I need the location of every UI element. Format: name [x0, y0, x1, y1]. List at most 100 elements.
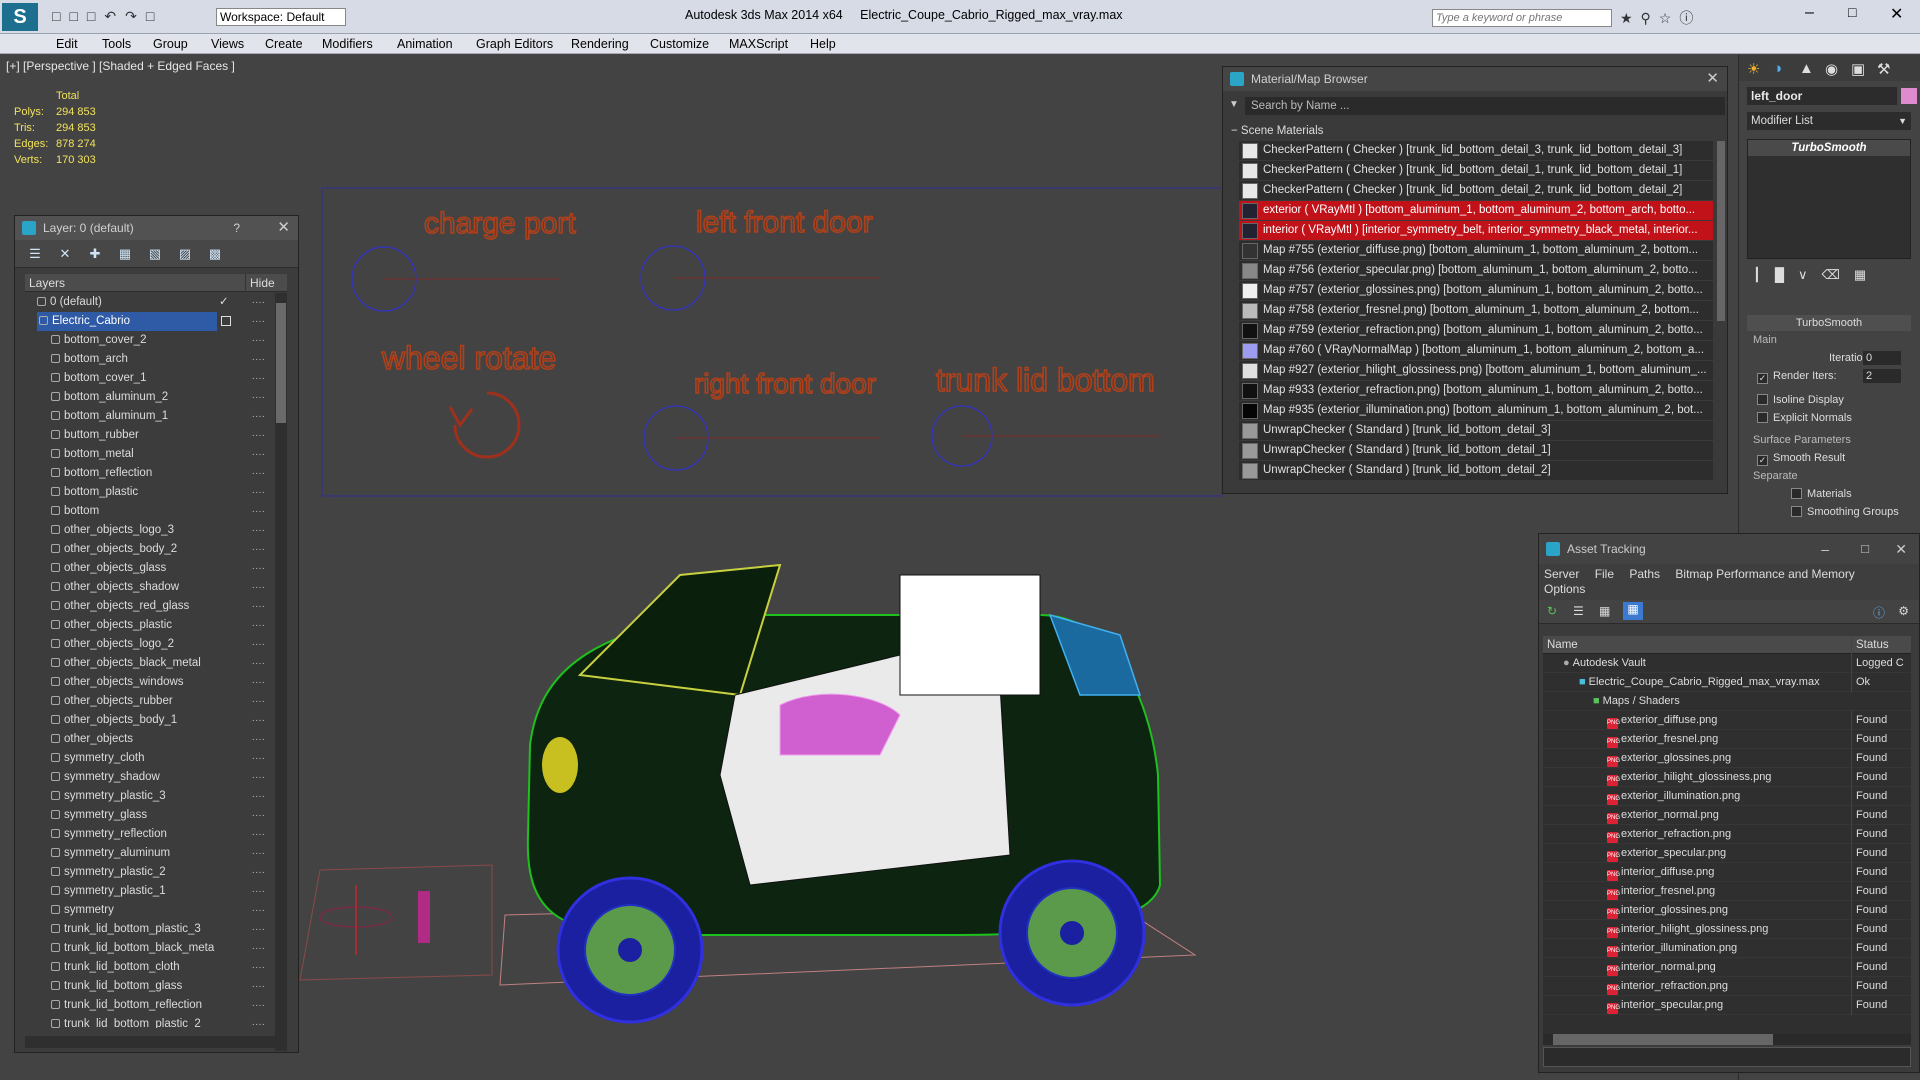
hide-toggle[interactable]: ···· [252, 958, 265, 977]
freeze-layers-icon[interactable]: ▩ [207, 246, 223, 262]
object-row[interactable]: bottom ···· [25, 502, 275, 521]
menu-graph-editors[interactable]: Graph Editors [476, 37, 553, 51]
menu-file[interactable]: File [1595, 567, 1614, 581]
object-row[interactable]: other_objects ···· [25, 730, 275, 749]
layer-explorer-title-bar[interactable]: Layer: 0 (default) ? ✕ [15, 216, 298, 240]
hide-toggle[interactable]: ···· [252, 616, 265, 635]
options-dropdown-icon[interactable]: ▼ [1229, 99, 1239, 110]
stack-item-turbosmooth[interactable]: TurboSmooth [1748, 140, 1910, 156]
object-row[interactable]: bottom_plastic ···· [25, 483, 275, 502]
object-row[interactable]: other_objects_logo_2 ···· [25, 635, 275, 654]
hide-toggle[interactable]: ···· [252, 331, 265, 350]
material-item[interactable]: Map #760 ( VRayNormalMap ) [bottom_alumi… [1239, 341, 1713, 361]
hide-toggle[interactable]: ···· [252, 844, 265, 863]
material-item[interactable]: Map #758 (exterior_fresnel.png) [bottom_… [1239, 301, 1713, 321]
maximize-button[interactable]: □ [1848, 4, 1856, 20]
hide-toggle[interactable]: ···· [252, 445, 265, 464]
hide-toggle[interactable]: ···· [252, 388, 265, 407]
object-row[interactable]: bottom_reflection ···· [25, 464, 275, 483]
object-row[interactable]: symmetry_plastic_2 ···· [25, 863, 275, 882]
material-item[interactable]: interior ( VRayMtl ) [interior_symmetry_… [1239, 221, 1713, 241]
vault-row[interactable]: ● Autodesk Vault Logged C [1543, 654, 1911, 673]
menu-options[interactable]: Options [1544, 582, 1585, 596]
material-scrollbar[interactable] [1717, 141, 1725, 321]
object-row[interactable]: symmetry_cloth ···· [25, 749, 275, 768]
hide-layers-icon[interactable]: ▨ [177, 246, 193, 262]
hide-toggle[interactable]: ···· [252, 920, 265, 939]
hide-toggle[interactable]: ···· [252, 825, 265, 844]
object-row[interactable]: other_objects_red_glass ···· [25, 597, 275, 616]
hide-toggle[interactable]: ···· [252, 635, 265, 654]
menu-paths[interactable]: Paths [1629, 567, 1660, 581]
explicit-normals-checkbox[interactable] [1757, 412, 1768, 423]
map-row[interactable]: PNGinterior_refraction.png Found [1543, 977, 1911, 996]
maximize-button[interactable]: □ [1861, 534, 1869, 564]
object-row[interactable]: symmetry_reflection ···· [25, 825, 275, 844]
keyword-search-input[interactable] [1432, 9, 1612, 27]
map-row[interactable]: PNGexterior_refraction.png Found [1543, 825, 1911, 844]
hide-toggle[interactable]: ···· [252, 977, 265, 996]
map-row[interactable]: PNGinterior_specular.png Found [1543, 996, 1911, 1015]
object-row[interactable]: symmetry_plastic_1 ···· [25, 882, 275, 901]
material-item[interactable]: Map #927 (exterior_hilight_glossiness.pn… [1239, 361, 1713, 381]
hide-toggle[interactable]: ···· [252, 559, 265, 578]
hide-toggle[interactable]: ···· [252, 996, 265, 1015]
object-row[interactable]: other_objects_body_2 ···· [25, 540, 275, 559]
motion-tab-icon[interactable]: ◉ [1825, 60, 1838, 78]
hide-toggle[interactable]: ···· [252, 464, 265, 483]
render-iters-checkbox[interactable]: ✓ [1757, 373, 1768, 384]
object-row[interactable]: symmetry_shadow ···· [25, 768, 275, 787]
asset-tracking-title-bar[interactable]: Asset Tracking – □ ✕ [1539, 534, 1919, 564]
menu-customize[interactable]: Customize [650, 37, 709, 51]
object-row[interactable]: symmetry_plastic_3 ···· [25, 787, 275, 806]
map-row[interactable]: PNGinterior_normal.png Found [1543, 958, 1911, 977]
select-objects-icon[interactable]: ▦ [117, 246, 133, 262]
object-row[interactable]: trunk_lid_bottom_black_meta ···· [25, 939, 275, 958]
object-row[interactable]: other_objects_logo_3 ···· [25, 521, 275, 540]
hide-column[interactable]: Hide [245, 274, 275, 292]
hide-toggle[interactable]: ···· [252, 312, 265, 331]
object-row[interactable]: other_objects_black_metal ···· [25, 654, 275, 673]
utilities-tab-icon[interactable]: ⚒ [1877, 60, 1890, 78]
map-row[interactable]: PNGexterior_illumination.png Found [1543, 787, 1911, 806]
object-row[interactable]: other_objects_windows ···· [25, 673, 275, 692]
object-row[interactable]: other_objects_body_1 ···· [25, 711, 275, 730]
map-row[interactable]: PNGexterior_normal.png Found [1543, 806, 1911, 825]
current-layer-icon[interactable] [221, 316, 231, 326]
material-search-input[interactable]: Search by Name ... [1245, 97, 1725, 115]
map-row[interactable]: PNGinterior_illumination.png Found [1543, 939, 1911, 958]
tree-view-icon[interactable]: ▦ [1599, 604, 1610, 618]
menu-create[interactable]: Create [265, 37, 303, 51]
status-column[interactable]: Status [1851, 636, 1911, 654]
table-view-icon[interactable]: ▦ [1623, 602, 1643, 620]
hide-toggle[interactable]: ···· [252, 654, 265, 673]
material-item[interactable]: Map #757 (exterior_glossines.png) [botto… [1239, 281, 1713, 301]
object-row[interactable]: symmetry ···· [25, 901, 275, 920]
menu-bitmap-performance[interactable]: Bitmap Performance and Memory [1675, 567, 1854, 581]
refresh-icon[interactable]: ↻ [1547, 604, 1557, 618]
object-row[interactable]: trunk_lid_bottom_glass ···· [25, 977, 275, 996]
object-row[interactable]: other_objects_plastic ···· [25, 616, 275, 635]
material-item[interactable]: CheckerPattern ( Checker ) [trunk_lid_bo… [1239, 181, 1713, 201]
hide-toggle[interactable]: ···· [252, 692, 265, 711]
object-row[interactable]: trunk_lid_bottom_cloth ···· [25, 958, 275, 977]
asset-horizontal-scrollbar[interactable] [1543, 1034, 1911, 1045]
hide-toggle[interactable]: ···· [252, 350, 265, 369]
hide-toggle[interactable]: ···· [252, 901, 265, 920]
object-row[interactable]: buttom_rubber ···· [25, 426, 275, 445]
menu-help[interactable]: Help [810, 37, 836, 51]
stack-tools[interactable]: ┃█∨⌫▦ [1747, 267, 1911, 289]
delete-icon[interactable]: ✕ [57, 246, 73, 262]
object-name-field[interactable]: left_door [1747, 87, 1897, 105]
menu-edit[interactable]: Edit [56, 37, 78, 51]
help-icon[interactable]: ⓘ [1873, 604, 1885, 621]
map-row[interactable]: PNGinterior_glossines.png Found [1543, 901, 1911, 920]
hide-toggle[interactable]: ···· [252, 483, 265, 502]
hide-toggle[interactable]: ···· [252, 749, 265, 768]
hide-toggle[interactable]: ···· [252, 597, 265, 616]
iterations-spinner[interactable]: 0 [1863, 351, 1901, 365]
scene-file-row[interactable]: ■ Electric_Coupe_Cabrio_Rigged_max_vray.m… [1543, 673, 1911, 692]
hide-toggle[interactable]: ···· [252, 502, 265, 521]
map-row[interactable]: PNGexterior_glossines.png Found [1543, 749, 1911, 768]
menu-maxscript[interactable]: MAXScript [729, 37, 788, 51]
